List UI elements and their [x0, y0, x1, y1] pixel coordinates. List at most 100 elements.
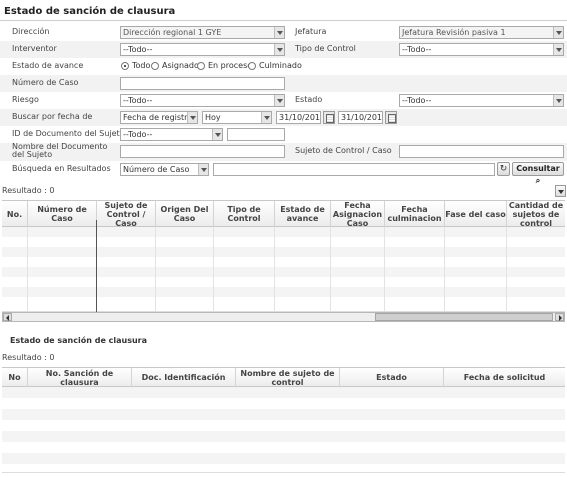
numero-caso-input[interactable]	[120, 77, 285, 90]
fecha-desde-input[interactable]: 31/10/2012	[276, 111, 321, 124]
chevron-down-icon	[553, 95, 563, 106]
busqueda-label: Búsqueda en Resultados	[12, 164, 111, 173]
empty-row	[2, 453, 565, 464]
chevron-down-icon	[553, 27, 563, 38]
nombre-documento-input[interactable]	[120, 145, 285, 158]
busqueda-campo-value: Número de Caso	[123, 165, 190, 174]
chevron-down-icon	[261, 112, 271, 123]
empty-row	[2, 287, 565, 297]
empty-row	[2, 387, 565, 398]
column-header[interactable]: Estado de avance	[275, 201, 331, 227]
direccion-select[interactable]: Dirección regional 1 GYE	[120, 26, 285, 39]
empty-row	[2, 442, 565, 453]
estado-value: --Todo--	[402, 96, 432, 105]
riesgo-label: Riesgo	[12, 95, 39, 104]
fecha-periodo-value: Hoy	[205, 113, 221, 122]
sujeto-control-input[interactable]	[399, 145, 564, 158]
jefatura-value: Jefatura Revisión pasiva 1	[402, 28, 506, 37]
column-header[interactable]: No. Sanción de clausura	[28, 368, 132, 387]
column-divider	[274, 227, 275, 311]
id-documento-input[interactable]	[227, 128, 285, 141]
column-header[interactable]: Nombre de sujeto de control	[236, 368, 340, 387]
calendar-icon[interactable]	[323, 111, 335, 124]
empty-row	[2, 464, 565, 472]
column-header[interactable]: No	[2, 368, 28, 387]
column-header[interactable]: Doc. Identificación	[132, 368, 236, 387]
filter-row-riesgo: Riesgo --Todo-- Estado --Todo--	[0, 92, 567, 109]
filter-row-interventor: Interventor --Todo-- Tipo de Control --T…	[0, 41, 567, 58]
chevron-down-icon	[553, 44, 563, 55]
radio-asignado-label: Asignado	[162, 61, 199, 70]
riesgo-value: --Todo--	[123, 96, 153, 105]
column-divider	[213, 227, 214, 311]
busqueda-input[interactable]	[213, 163, 495, 176]
column-header[interactable]: Fecha de solicitud	[444, 368, 565, 387]
column-header[interactable]: Fecha Asignacion Caso	[331, 201, 385, 227]
radio-todo-label: Todo	[132, 61, 151, 70]
interventor-label: Interventor	[12, 44, 57, 53]
calendar-icon[interactable]	[385, 111, 397, 124]
column-divider	[384, 227, 385, 311]
chevron-down-icon	[274, 44, 284, 55]
riesgo-select[interactable]: --Todo--	[120, 94, 285, 107]
id-documento-select[interactable]: --Todo--	[120, 128, 223, 141]
fecha-periodo-select[interactable]: Hoy	[202, 111, 272, 124]
title-divider	[0, 20, 567, 21]
column-divider	[27, 227, 28, 311]
radio-culminado-label: Culminado	[259, 61, 302, 70]
estado-select[interactable]: --Todo--	[399, 94, 564, 107]
column-header[interactable]: Tipo de Control	[214, 201, 275, 227]
section2-results-count: Resultado : 0	[2, 353, 55, 362]
fecha-hasta-input[interactable]: 31/10/2012	[338, 111, 383, 124]
column-header[interactable]: Origen Del Caso	[156, 201, 214, 227]
empty-row	[2, 267, 565, 277]
radio-asignado[interactable]	[151, 62, 159, 70]
column-header[interactable]: Sujeto de Control / Caso	[97, 201, 156, 227]
filter-row-direccion: Dirección Dirección regional 1 GYE Jefat…	[0, 24, 567, 41]
jefatura-select[interactable]: Jefatura Revisión pasiva 1	[399, 26, 564, 39]
chevron-down-icon	[198, 164, 208, 175]
scroll-right-icon[interactable]	[555, 313, 564, 321]
tipo-control-value: --Todo--	[402, 45, 432, 54]
fecha-tipo-select[interactable]: Fecha de registro d	[120, 111, 198, 124]
refresh-icon[interactable]: ↻	[497, 162, 510, 176]
column-header[interactable]: Fase del caso	[445, 201, 507, 227]
column-resize-line[interactable]	[96, 220, 97, 312]
column-header[interactable]: Cantidad de sujetos de control	[507, 201, 565, 227]
busqueda-campo-select[interactable]: Número de Caso	[120, 163, 209, 176]
scrollbar-thumb[interactable]	[375, 313, 553, 321]
column-divider	[444, 227, 445, 311]
filter-row-busqueda: Búsqueda en Resultados Número de Caso ↻ …	[0, 161, 567, 185]
search-icon: ⌕	[535, 176, 541, 185]
results-grid-body	[2, 227, 565, 312]
radio-culminado[interactable]	[248, 62, 256, 70]
direccion-value: Dirección regional 1 GYE	[123, 28, 222, 37]
direccion-label: Dirección	[12, 27, 50, 36]
column-header[interactable]: No.	[2, 201, 28, 227]
empty-row	[2, 398, 565, 409]
consultar-label: Consultar	[516, 164, 560, 173]
filter-row-buscar-fecha: Buscar por fecha de Fecha de registro d …	[0, 109, 567, 126]
nombre-documento-label: Nombre del Documento del Sujeto	[12, 142, 108, 159]
id-documento-value: --Todo--	[123, 130, 153, 139]
tipo-control-label: Tipo de Control	[295, 44, 356, 53]
estado-avance-label: Estado de avance	[12, 61, 84, 70]
radio-en-proceso[interactable]	[197, 62, 205, 70]
empty-row	[2, 257, 565, 267]
interventor-value: --Todo--	[123, 45, 153, 54]
column-header[interactable]: Estado	[340, 368, 444, 387]
chevron-down-icon	[212, 129, 222, 140]
column-header[interactable]: Fecha culminacion	[385, 201, 445, 227]
chevron-down-icon[interactable]	[555, 185, 566, 197]
filter-row-estado-avance: Estado de avance Todo Asignado En proces…	[0, 58, 567, 75]
scroll-left-icon[interactable]	[3, 313, 12, 321]
id-documento-label: ID de Documento del Sujeto	[12, 129, 125, 138]
tipo-control-select[interactable]: --Todo--	[399, 43, 564, 56]
column-header[interactable]: Número de Caso	[28, 201, 97, 227]
filter-row-id-documento: ID de Documento del Sujeto --Todo--	[0, 126, 567, 143]
section2-title: Estado de sanción de clausura	[10, 336, 148, 345]
radio-todo[interactable]	[121, 62, 129, 70]
consultar-button[interactable]: Consultar ⌕	[512, 162, 564, 185]
interventor-select[interactable]: --Todo--	[120, 43, 285, 56]
horizontal-scrollbar[interactable]	[2, 312, 565, 322]
